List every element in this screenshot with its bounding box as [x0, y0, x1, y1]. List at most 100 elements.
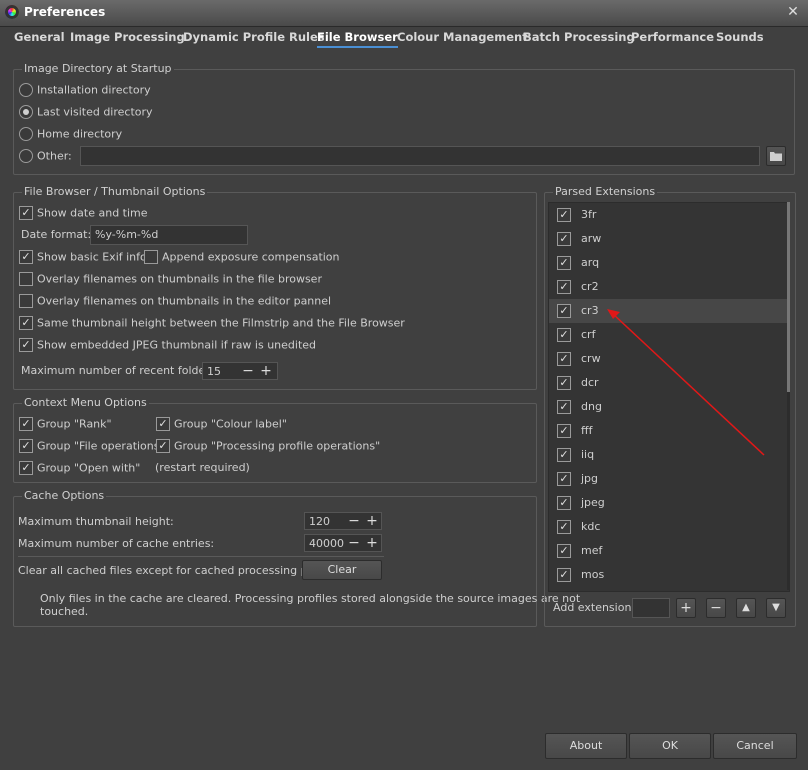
radio-button[interactable] — [19, 83, 33, 97]
minus-icon[interactable]: − — [239, 362, 257, 380]
tab-dynamic-profile-rules[interactable]: Dynamic Profile Rules — [183, 30, 325, 44]
tab-batch-processing[interactable]: Batch Processing — [523, 30, 635, 44]
checkbox-show-exif[interactable]: ✓ Show basic Exif info — [19, 250, 147, 264]
extension-row-cr2[interactable]: ✓ cr2 — [549, 275, 789, 299]
radio-button[interactable] — [19, 149, 33, 163]
radio-last-visited-directory[interactable]: Last visited directory — [19, 105, 153, 119]
extensions-list[interactable]: ✓ 3fr ✓ arw ✓ arq ✓ cr2 ✓ cr3 ✓ crf ✓ crw ✓ dcr ✓ dng ✓ fff… — [548, 202, 790, 592]
extension-row-3fr[interactable]: ✓ 3fr — [549, 203, 789, 227]
extension-row-crw[interactable]: ✓ crw — [549, 347, 789, 371]
extension-row-dng[interactable]: ✓ dng — [549, 395, 789, 419]
checkbox-unchecked[interactable] — [19, 272, 33, 286]
plus-icon[interactable]: + — [363, 534, 381, 552]
extension-row-cr3[interactable]: ✓ cr3 — [549, 299, 789, 323]
check-icon[interactable]: ✓ — [557, 568, 571, 582]
extension-row-kdc[interactable]: ✓ kdc — [549, 515, 789, 539]
check-icon[interactable]: ✓ — [19, 417, 33, 431]
extension-row-dcr[interactable]: ✓ dcr — [549, 371, 789, 395]
add-extension-input[interactable] — [632, 598, 670, 618]
remove-extension-button[interactable]: − — [706, 598, 726, 618]
checkbox-unchecked[interactable] — [19, 294, 33, 308]
extension-label: mos — [581, 568, 605, 581]
date-format-input[interactable]: %y-%m-%d — [90, 225, 248, 245]
minus-icon[interactable]: − — [345, 512, 363, 530]
extension-row-mef[interactable]: ✓ mef — [549, 539, 789, 563]
tab-file-browser[interactable]: File Browser — [317, 30, 398, 48]
max-cache-entries-spinner[interactable]: 40000 − + — [304, 534, 382, 552]
cancel-button[interactable]: Cancel — [713, 733, 797, 759]
checkbox-group-processing-profile[interactable]: ✓ Group "Processing profile operations" — [156, 439, 380, 453]
plus-icon[interactable]: + — [363, 512, 381, 530]
check-icon[interactable]: ✓ — [557, 304, 571, 318]
extension-row-jpg[interactable]: ✓ jpg — [549, 467, 789, 491]
plus-icon[interactable]: + — [257, 362, 275, 380]
check-icon[interactable]: ✓ — [19, 439, 33, 453]
max-thumbnail-height-spinner[interactable]: 120 − + — [304, 512, 382, 530]
extension-label: mef — [581, 544, 603, 557]
tab-general[interactable]: General — [14, 30, 65, 44]
check-icon[interactable]: ✓ — [557, 472, 571, 486]
extension-row-jpeg[interactable]: ✓ jpeg — [549, 491, 789, 515]
scrollbar-thumb[interactable] — [787, 202, 790, 392]
extension-row-crf[interactable]: ✓ crf — [549, 323, 789, 347]
check-icon[interactable]: ✓ — [557, 496, 571, 510]
extension-row-iiq[interactable]: ✓ iiq — [549, 443, 789, 467]
extension-row-mos[interactable]: ✓ mos — [549, 563, 789, 587]
check-icon[interactable]: ✓ — [557, 424, 571, 438]
checkbox-group-colour-label[interactable]: ✓ Group "Colour label" — [156, 417, 287, 431]
checkbox-overlay-file-browser[interactable]: Overlay filenames on thumbnails in the f… — [19, 272, 322, 286]
radio-button-selected[interactable] — [19, 105, 33, 119]
check-icon[interactable]: ✓ — [19, 461, 33, 475]
checkbox-show-date-time[interactable]: ✓ Show date and time — [19, 206, 148, 220]
checkbox-unchecked[interactable] — [144, 250, 158, 264]
check-icon[interactable]: ✓ — [557, 400, 571, 414]
checkbox-group-open-with[interactable]: ✓ Group "Open with" — [19, 461, 140, 475]
check-icon[interactable]: ✓ — [19, 316, 33, 330]
check-icon[interactable]: ✓ — [557, 328, 571, 342]
checkbox-embedded-jpeg[interactable]: ✓ Show embedded JPEG thumbnail if raw is … — [19, 338, 316, 352]
about-button[interactable]: About — [545, 733, 627, 759]
checkbox-append-exposure[interactable]: Append exposure compensation — [144, 250, 340, 264]
tab-colour-management[interactable]: Colour Management — [397, 30, 528, 44]
tab-image-processing[interactable]: Image Processing — [70, 30, 185, 44]
radio-button[interactable] — [19, 127, 33, 141]
minus-icon[interactable]: − — [345, 534, 363, 552]
check-icon[interactable]: ✓ — [557, 520, 571, 534]
recent-folders-spinner[interactable]: 15 − + — [202, 362, 278, 380]
check-icon[interactable]: ✓ — [19, 338, 33, 352]
move-down-button[interactable]: ▼ — [766, 598, 786, 618]
extension-row-arq[interactable]: ✓ arq — [549, 251, 789, 275]
check-icon[interactable]: ✓ — [19, 250, 33, 264]
check-icon[interactable]: ✓ — [557, 376, 571, 390]
clear-cache-button[interactable]: Clear — [302, 560, 382, 580]
check-icon[interactable]: ✓ — [156, 439, 170, 453]
check-icon[interactable]: ✓ — [557, 280, 571, 294]
move-up-button[interactable]: ▲ — [736, 598, 756, 618]
checkbox-group-file-operations[interactable]: ✓ Group "File operations" — [19, 439, 165, 453]
check-icon[interactable]: ✓ — [557, 232, 571, 246]
radio-home-directory[interactable]: Home directory — [19, 127, 122, 141]
add-extension-button[interactable]: + — [676, 598, 696, 618]
tab-performance[interactable]: Performance — [631, 30, 714, 44]
check-icon[interactable]: ✓ — [557, 544, 571, 558]
tab-sounds[interactable]: Sounds — [716, 30, 764, 44]
check-icon[interactable]: ✓ — [557, 256, 571, 270]
extension-label: crf — [581, 328, 596, 341]
checkbox-group-rank[interactable]: ✓ Group "Rank" — [19, 417, 112, 431]
other-directory-input[interactable] — [80, 146, 760, 166]
check-icon[interactable]: ✓ — [557, 448, 571, 462]
extension-row-arw[interactable]: ✓ arw — [549, 227, 789, 251]
check-icon[interactable]: ✓ — [557, 208, 571, 222]
check-icon[interactable]: ✓ — [156, 417, 170, 431]
check-icon[interactable]: ✓ — [19, 206, 33, 220]
radio-other[interactable]: Other: — [19, 149, 72, 163]
extensions-scrollbar[interactable] — [787, 202, 790, 590]
close-icon[interactable]: ✕ — [784, 3, 802, 21]
browse-folder-button[interactable] — [766, 146, 786, 166]
checkbox-overlay-editor[interactable]: Overlay filenames on thumbnails in the e… — [19, 294, 331, 308]
extension-row-fff[interactable]: ✓ fff — [549, 419, 789, 443]
check-icon[interactable]: ✓ — [557, 352, 571, 366]
checkbox-same-thumbnail-height[interactable]: ✓ Same thumbnail height between the Films… — [19, 316, 405, 330]
ok-button[interactable]: OK — [629, 733, 711, 759]
radio-installation-directory[interactable]: Installation directory — [19, 83, 151, 97]
